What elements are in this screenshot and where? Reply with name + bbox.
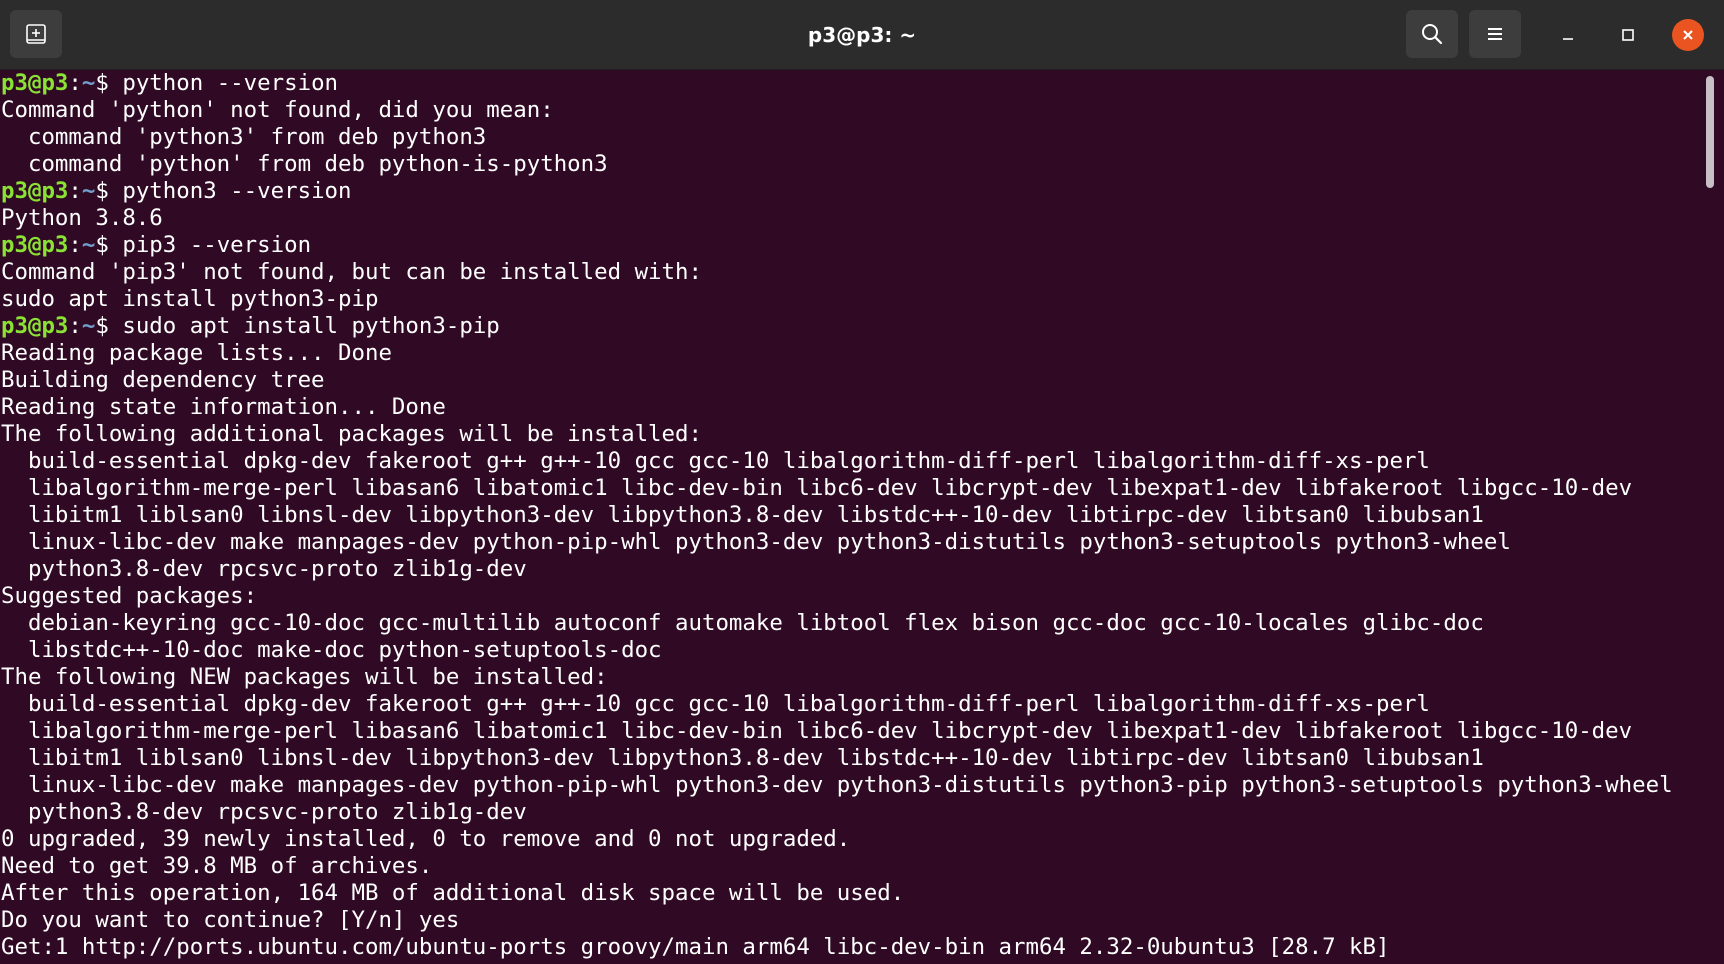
output-line: linux-libc-dev make manpages-dev python-…	[1, 772, 1673, 798]
output-line: python3.8-dev rpcsvc-proto zlib1g-dev	[1, 799, 527, 825]
output-line: libalgorithm-merge-perl libasan6 libatom…	[1, 718, 1633, 744]
maximize-icon	[1622, 29, 1634, 41]
prompt-path: ~	[81, 70, 96, 96]
prompt-user-host: p3@p3	[1, 232, 69, 258]
output-line: Python 3.8.6	[1, 205, 163, 231]
prompt-path: ~	[81, 313, 96, 339]
terminal-window: p3@p3: ~ p3@p3:~$ python --version Comma…	[0, 0, 1724, 964]
prompt-symbol: $	[95, 178, 123, 204]
command-text: sudo apt install python3-pip	[122, 313, 500, 339]
output-line: The following NEW packages will be insta…	[1, 664, 608, 690]
hamburger-menu-icon	[1488, 28, 1502, 40]
search-button[interactable]	[1406, 10, 1458, 58]
prompt-line: p3@p3:~$ sudo apt install python3-pip	[1, 313, 1700, 340]
output-line: libitm1 liblsan0 libnsl-dev libpython3-d…	[1, 502, 1484, 528]
output-line: Building dependency tree	[1, 367, 325, 393]
new-tab-button[interactable]	[10, 10, 62, 58]
prompt-user-host: p3@p3	[1, 70, 69, 96]
search-icon	[1422, 24, 1443, 45]
output-line: libalgorithm-merge-perl libasan6 libatom…	[1, 475, 1633, 501]
prompt-path: ~	[81, 178, 96, 204]
output-line: Suggested packages:	[1, 583, 258, 609]
prompt-symbol: $	[95, 313, 123, 339]
prompt-symbol: $	[95, 232, 123, 258]
output-line: Get:1 http://ports.ubuntu.com/ubuntu-por…	[1, 934, 1390, 960]
output-line: Need to get 39.8 MB of archives.	[1, 853, 433, 879]
output-line: Reading package lists... Done	[1, 340, 392, 366]
prompt-separator: :	[68, 232, 82, 258]
output-line: Reading state information... Done	[1, 394, 446, 420]
output-line: sudo apt install python3-pip	[1, 286, 379, 312]
close-button[interactable]	[1672, 19, 1704, 51]
output-line: libitm1 liblsan0 libnsl-dev libpython3-d…	[1, 745, 1484, 771]
output-line: 0 upgraded, 39 newly installed, 0 to rem…	[1, 826, 851, 852]
output-line: Command 'pip3' not found, but can be ins…	[1, 259, 702, 285]
new-tab-icon	[26, 24, 46, 44]
title-bar: p3@p3: ~	[0, 0, 1724, 70]
prompt-separator: :	[68, 70, 82, 96]
output-line: libstdc++-10-doc make-doc python-setupto…	[1, 637, 662, 663]
prompt-user-host: p3@p3	[1, 178, 69, 204]
prompt-user-host: p3@p3	[1, 313, 69, 339]
output-line: Command 'python' not found, did you mean…	[1, 97, 554, 123]
output-line: After this operation, 164 MB of addition…	[1, 880, 905, 906]
command-text: python --version	[122, 70, 339, 96]
prompt-path: ~	[81, 232, 96, 258]
output-line: linux-libc-dev make manpages-dev python-…	[1, 529, 1511, 555]
scrollbar[interactable]	[1706, 76, 1714, 956]
prompt-line: p3@p3:~$ pip3 --version	[1, 232, 1700, 259]
output-line: build-essential dpkg-dev fakeroot g++ g+…	[1, 691, 1430, 717]
close-icon	[1683, 30, 1693, 40]
minimize-button[interactable]	[1552, 19, 1584, 51]
prompt-symbol: $	[95, 70, 123, 96]
command-text: python3 --version	[122, 178, 352, 204]
window-title: p3@p3: ~	[807, 23, 917, 47]
output-line: The following additional packages will b…	[1, 421, 702, 447]
output-line: build-essential dpkg-dev fakeroot g++ g+…	[1, 448, 1430, 474]
prompt-line: p3@p3:~$ python --version	[1, 70, 1700, 97]
output-line: debian-keyring gcc-10-doc gcc-multilib a…	[1, 610, 1484, 636]
scrollbar-thumb[interactable]	[1706, 76, 1714, 188]
prompt-line: p3@p3:~$ python3 --version	[1, 178, 1700, 205]
minimize-icon	[1563, 38, 1573, 40]
command-text: pip3 --version	[122, 232, 312, 258]
prompt-separator: :	[68, 313, 82, 339]
prompt-separator: :	[68, 178, 82, 204]
menu-button[interactable]	[1469, 10, 1521, 58]
output-line: python3.8-dev rpcsvc-proto zlib1g-dev	[1, 556, 527, 582]
maximize-button[interactable]	[1612, 19, 1644, 51]
output-line: command 'python' from deb python-is-pyth…	[1, 151, 608, 177]
terminal-output[interactable]: p3@p3:~$ python --version Command 'python…	[0, 70, 1700, 964]
output-line: Do you want to continue? [Y/n] yes	[1, 907, 460, 933]
output-line: command 'python3' from deb python3	[1, 124, 487, 150]
